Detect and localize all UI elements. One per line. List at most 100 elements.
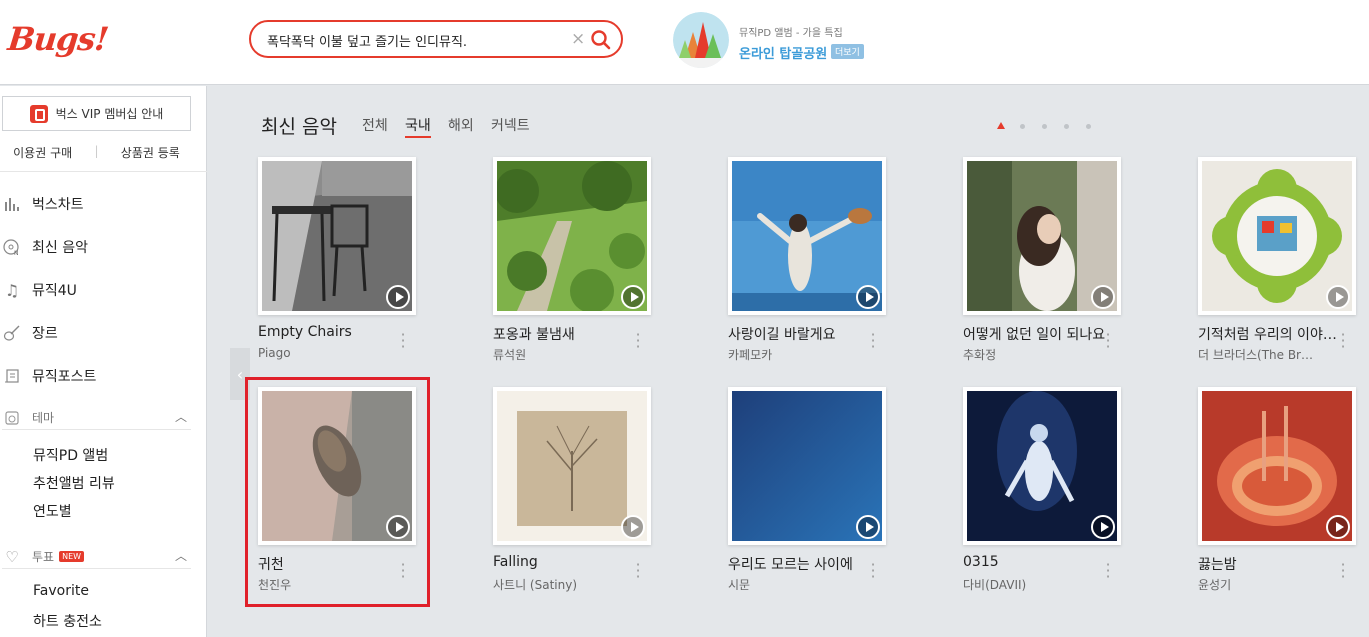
promo-subtitle: 뮤직PD 앨범 - 가을 특집 xyxy=(739,28,843,39)
album-card: 사랑이길 바랄게요 카페모카 · · · xyxy=(728,157,908,377)
vip-membership-button[interactable]: 벅스 VIP 멤버십 안내 xyxy=(2,96,191,131)
play-button[interactable] xyxy=(386,285,410,309)
nav-genre[interactable]: 장르 xyxy=(2,321,58,345)
vote-label: 투표 xyxy=(32,550,55,564)
album-artist[interactable]: 류석원 xyxy=(493,346,633,363)
play-button[interactable] xyxy=(856,515,880,539)
pager-dot[interactable] xyxy=(1020,124,1025,129)
header: Bugs! × 뮤직PD 앨범 - 가을 특집 온라인 탑골공원 더보기 xyxy=(0,0,1369,85)
album-card: 0315 다비(DAVII) · · · xyxy=(963,387,1143,607)
theme-item-musicpd[interactable]: 뮤직PD 앨범 xyxy=(33,445,108,465)
search-icon[interactable] xyxy=(589,28,613,52)
play-button[interactable] xyxy=(1091,285,1115,309)
more-options-icon[interactable]: · · · xyxy=(1103,557,1113,585)
divider xyxy=(0,171,207,172)
more-options-icon[interactable]: · · · xyxy=(1103,327,1113,355)
album-title[interactable]: Empty Chairs xyxy=(258,324,408,340)
album-artist[interactable]: 추화정 xyxy=(963,346,1103,363)
album-cover[interactable] xyxy=(258,157,416,315)
album-cover[interactable] xyxy=(493,387,651,545)
album-card: 기적처럼 우리의 이야… 더 브라더스(The Br… · · · xyxy=(1198,157,1369,377)
theme-item-review[interactable]: 추천앨범 리뷰 xyxy=(33,473,115,493)
bugs-logo[interactable]: Bugs! xyxy=(6,20,110,58)
more-options-icon[interactable]: · · · xyxy=(398,327,408,355)
album-cover[interactable] xyxy=(493,157,651,315)
album-title[interactable]: 포옹과 불냄새 xyxy=(493,324,643,344)
promo-title[interactable]: 온라인 탑골공원 xyxy=(739,43,827,62)
more-options-icon[interactable]: · · · xyxy=(633,557,643,585)
play-button[interactable] xyxy=(1091,515,1115,539)
album-cover[interactable] xyxy=(1198,387,1356,545)
play-button[interactable] xyxy=(856,285,880,309)
nav-new-music[interactable]: N 최신 음악 xyxy=(2,235,88,259)
album-card: 우리도 모르는 사이에 시문 · · · xyxy=(728,387,908,607)
play-button[interactable] xyxy=(1326,285,1350,309)
album-cover[interactable] xyxy=(728,157,886,315)
more-options-icon[interactable]: · · · xyxy=(868,557,878,585)
album-artist[interactable]: 사트니 (Satiny) xyxy=(493,576,633,593)
album-title[interactable]: 끓는밤 xyxy=(1198,554,1348,574)
album-title[interactable]: 어떻게 없던 일이 되나요 xyxy=(963,324,1113,344)
album-cover[interactable] xyxy=(728,387,886,545)
promo-more-button[interactable]: 더보기 xyxy=(831,44,864,59)
buy-pass-link[interactable]: 이용권 구매 xyxy=(13,144,72,161)
chart-bars-icon xyxy=(2,194,22,214)
theme-item-year[interactable]: 연도별 xyxy=(33,501,72,521)
vote-item-favorite[interactable]: Favorite xyxy=(33,583,89,599)
tab-all[interactable]: 전체 xyxy=(362,115,388,135)
sidebar: 벅스 VIP 멤버십 안내 이용권 구매 | 상품권 등록 벅스차트 N 최신 … xyxy=(0,86,207,637)
vote-item-heart-charge[interactable]: 하트 충전소 xyxy=(33,611,102,631)
svg-text:N: N xyxy=(14,250,19,256)
album-artist[interactable]: 윤성기 xyxy=(1198,576,1338,593)
new-disc-icon: N xyxy=(2,237,22,257)
vote-section-header[interactable]: ♡ 투표 NEW ︿ xyxy=(2,545,191,569)
pager-dot[interactable] xyxy=(1086,124,1091,129)
album-card: Falling 사트니 (Satiny) · · · xyxy=(493,387,673,607)
pager-dot[interactable] xyxy=(1064,124,1069,129)
album-artist[interactable]: 다비(DAVII) xyxy=(963,576,1103,593)
album-title[interactable]: 0315 xyxy=(963,554,1113,570)
album-title[interactable]: 우리도 모르는 사이에 xyxy=(728,554,878,574)
more-options-icon[interactable]: · · · xyxy=(1338,557,1348,585)
vip-button-label: 벅스 VIP 멤버십 안내 xyxy=(55,107,164,121)
album-title[interactable]: 기적처럼 우리의 이야… xyxy=(1198,324,1348,344)
play-button[interactable] xyxy=(621,515,645,539)
album-title[interactable]: 사랑이길 바랄게요 xyxy=(728,324,878,344)
promo-thumbnail[interactable] xyxy=(673,12,729,68)
album-artist[interactable]: Piago xyxy=(258,346,398,360)
register-voucher-link[interactable]: 상품권 등록 xyxy=(121,144,180,161)
section-title: 최신 음악 xyxy=(261,116,337,138)
nav-label: 뮤직포스트 xyxy=(32,369,97,385)
chevron-up-icon[interactable]: ︿ xyxy=(175,547,187,564)
play-button[interactable] xyxy=(621,285,645,309)
album-artist[interactable]: 카페모카 xyxy=(728,346,868,363)
tab-connect[interactable]: 커넥트 xyxy=(491,115,530,135)
nav-music4u[interactable]: ♫ 뮤직4U xyxy=(2,278,77,302)
music-note-icon: ♫ xyxy=(4,280,20,300)
nav-chart[interactable]: 벅스차트 xyxy=(2,192,84,216)
play-button[interactable] xyxy=(1326,515,1350,539)
album-artist[interactable]: 더 브라더스(The Br… xyxy=(1198,346,1338,363)
search-input[interactable] xyxy=(267,30,567,50)
album-card: 포옹과 불냄새 류석원 · · · xyxy=(493,157,673,377)
pager-dot-active[interactable] xyxy=(997,122,1005,129)
clear-icon[interactable]: × xyxy=(571,29,585,49)
album-cover[interactable] xyxy=(963,157,1121,315)
album-title[interactable]: Falling xyxy=(493,554,643,570)
more-options-icon[interactable]: · · · xyxy=(633,327,643,355)
nav-music-post[interactable]: 뮤직포스트 xyxy=(2,364,96,388)
album-cover[interactable] xyxy=(1198,157,1356,315)
album-artist[interactable]: 시문 xyxy=(728,576,868,593)
album-card: 끓는밤 윤성기 · · · xyxy=(1198,387,1369,607)
theme-section-header[interactable]: 테마 ︿ xyxy=(2,406,191,430)
chevron-up-icon[interactable]: ︿ xyxy=(175,408,187,425)
tab-overseas[interactable]: 해외 xyxy=(448,115,474,135)
more-options-icon[interactable]: · · · xyxy=(1338,327,1348,355)
search-box[interactable]: × xyxy=(249,20,623,58)
pager-dot[interactable] xyxy=(1042,124,1047,129)
more-options-icon[interactable]: · · · xyxy=(868,327,878,355)
tab-domestic[interactable]: 국내 xyxy=(405,115,431,138)
theme-label: 테마 xyxy=(32,411,55,425)
promo-banner[interactable]: 뮤직PD 앨범 - 가을 특집 온라인 탑골공원 더보기 xyxy=(673,12,933,70)
album-cover[interactable] xyxy=(963,387,1121,545)
